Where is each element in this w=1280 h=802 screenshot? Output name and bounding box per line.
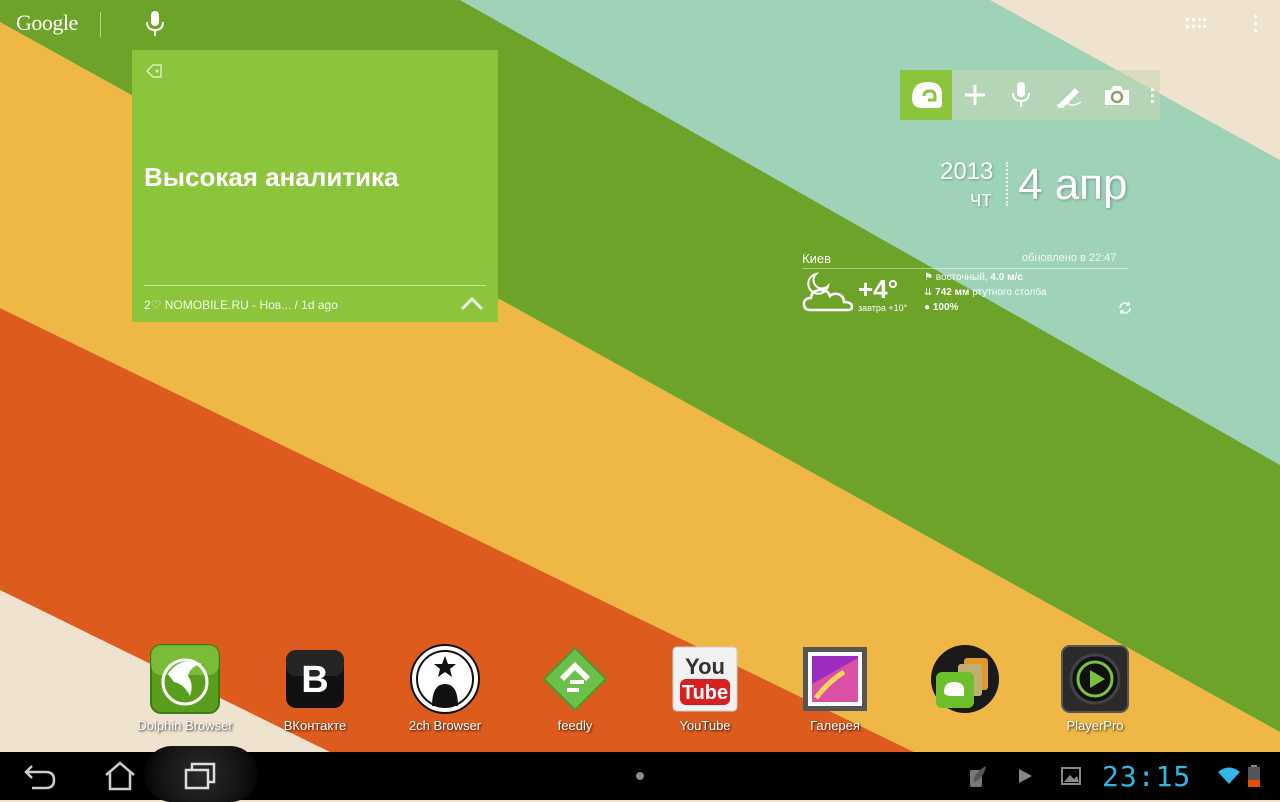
handwriting-pen-icon[interactable] <box>1046 70 1092 120</box>
weather-humidity: ● 100% <box>924 302 958 313</box>
app-label: feedly <box>557 718 593 733</box>
battery-icon <box>1248 765 1260 787</box>
note-widget[interactable]: Высокая аналитика 2♡ NOMOBILE.RU - Нов..… <box>132 50 498 322</box>
pressure-value: 742 мм <box>935 287 970 298</box>
app-vkontakte[interactable]: B ВКонтакте <box>260 644 370 733</box>
evernote-logo-button[interactable] <box>900 70 952 120</box>
evernote-toolbar-widget <box>900 70 1160 120</box>
app-gallery[interactable]: Галерея <box>780 644 890 733</box>
app-label: 2ch Browser <box>408 718 482 733</box>
svg-text:Tube: Tube <box>682 682 728 704</box>
date-day[interactable]: 4 апр <box>1018 160 1127 210</box>
pressure-arrows-icon: ⇊ <box>924 287 933 298</box>
audio-note-mic-icon[interactable] <box>998 70 1044 120</box>
app-feedly[interactable]: feedly <box>520 644 630 733</box>
wind-value: 4.0 м/с <box>990 272 1023 283</box>
weather-tomorrow: завтра +10° <box>858 303 908 313</box>
note-divider <box>144 285 486 286</box>
home-icon[interactable] <box>100 760 140 792</box>
humidity-drop-icon: ● <box>924 302 931 313</box>
weather-pressure: ⇊ 742 мм ртутного столба <box>924 287 1046 298</box>
gallery-icon <box>800 644 870 714</box>
dolphin-browser-icon <box>150 644 220 714</box>
new-note-plus-icon[interactable] <box>952 70 998 120</box>
2ch-browser-icon <box>410 644 480 714</box>
status-clock[interactable]: 23:15 <box>1102 760 1191 793</box>
voice-search-mic-icon[interactable] <box>144 10 166 38</box>
weather-wind: ⚑ восточный, 4.0 м/с <box>924 272 1023 283</box>
overflow-menu-icon[interactable] <box>1146 70 1160 120</box>
music-play-icon <box>1019 769 1032 783</box>
app-label: Галерея <box>810 718 860 733</box>
power-saving-leaf-icon <box>970 766 986 787</box>
google-logo[interactable]: Google <box>16 10 78 36</box>
app-youtube[interactable]: You Tube YouTube <box>650 644 760 733</box>
wind-flag-icon: ⚑ <box>924 272 933 283</box>
note-footer: 2♡ NOMOBILE.RU - Нов... / 1d ago <box>144 298 338 312</box>
svg-text:You: You <box>685 654 725 679</box>
back-icon[interactable] <box>20 760 60 792</box>
date-weekday: чт <box>970 186 992 211</box>
app-label: PlayerPro <box>1066 718 1124 733</box>
evernote-logo-icon <box>912 82 942 108</box>
app-label: ВКонтакте <box>283 718 347 733</box>
note-title[interactable]: Высокая аналитика <box>144 162 399 193</box>
vkontakte-icon: B <box>280 644 350 714</box>
svg-text:B: B <box>301 659 328 701</box>
humidity-value: 100% <box>932 302 959 313</box>
pressure-label: ртутного столба <box>972 287 1047 298</box>
app-playerpro[interactable]: PlayerPro <box>1040 644 1150 733</box>
system-navigation-bar: 23:15 <box>0 746 1280 802</box>
playerpro-icon <box>1060 644 1130 714</box>
weather-divider <box>802 268 1128 269</box>
date-separator <box>1006 162 1010 206</box>
weather-city[interactable]: Киев <box>802 251 831 266</box>
screenshot-image-icon <box>1061 767 1081 785</box>
date-year: 2013 <box>940 158 994 185</box>
chevron-up-icon[interactable] <box>460 294 484 312</box>
feedly-icon <box>540 644 610 714</box>
weather-temperature: +4° <box>858 274 899 304</box>
app-label: YouTube <box>679 718 731 733</box>
recent-apps-icon[interactable] <box>180 760 220 792</box>
overflow-menu-icon[interactable] <box>1250 12 1262 36</box>
search-divider <box>100 12 101 38</box>
camera-icon[interactable] <box>1094 70 1140 120</box>
weather-updated: обновлено в 22:47 <box>1022 252 1117 264</box>
page-indicator-dot <box>636 772 644 780</box>
wind-label: восточный, <box>935 272 988 283</box>
evernote-folder-icon <box>930 644 1000 714</box>
all-apps-grid-icon[interactable] <box>1186 16 1206 32</box>
app-label: Dolphin Browser <box>137 718 233 733</box>
wifi-icon <box>1218 767 1240 784</box>
tag-icon <box>146 64 162 78</box>
app-dolphin-browser[interactable]: Dolphin Browser <box>130 644 240 733</box>
refresh-icon[interactable] <box>1118 301 1132 315</box>
youtube-icon: You Tube <box>670 644 740 714</box>
app-2ch-browser[interactable]: 2ch Browser <box>390 644 500 733</box>
app-evernote-folder[interactable] <box>910 644 1020 718</box>
moon-cloud-weather-icon[interactable] <box>802 272 856 316</box>
